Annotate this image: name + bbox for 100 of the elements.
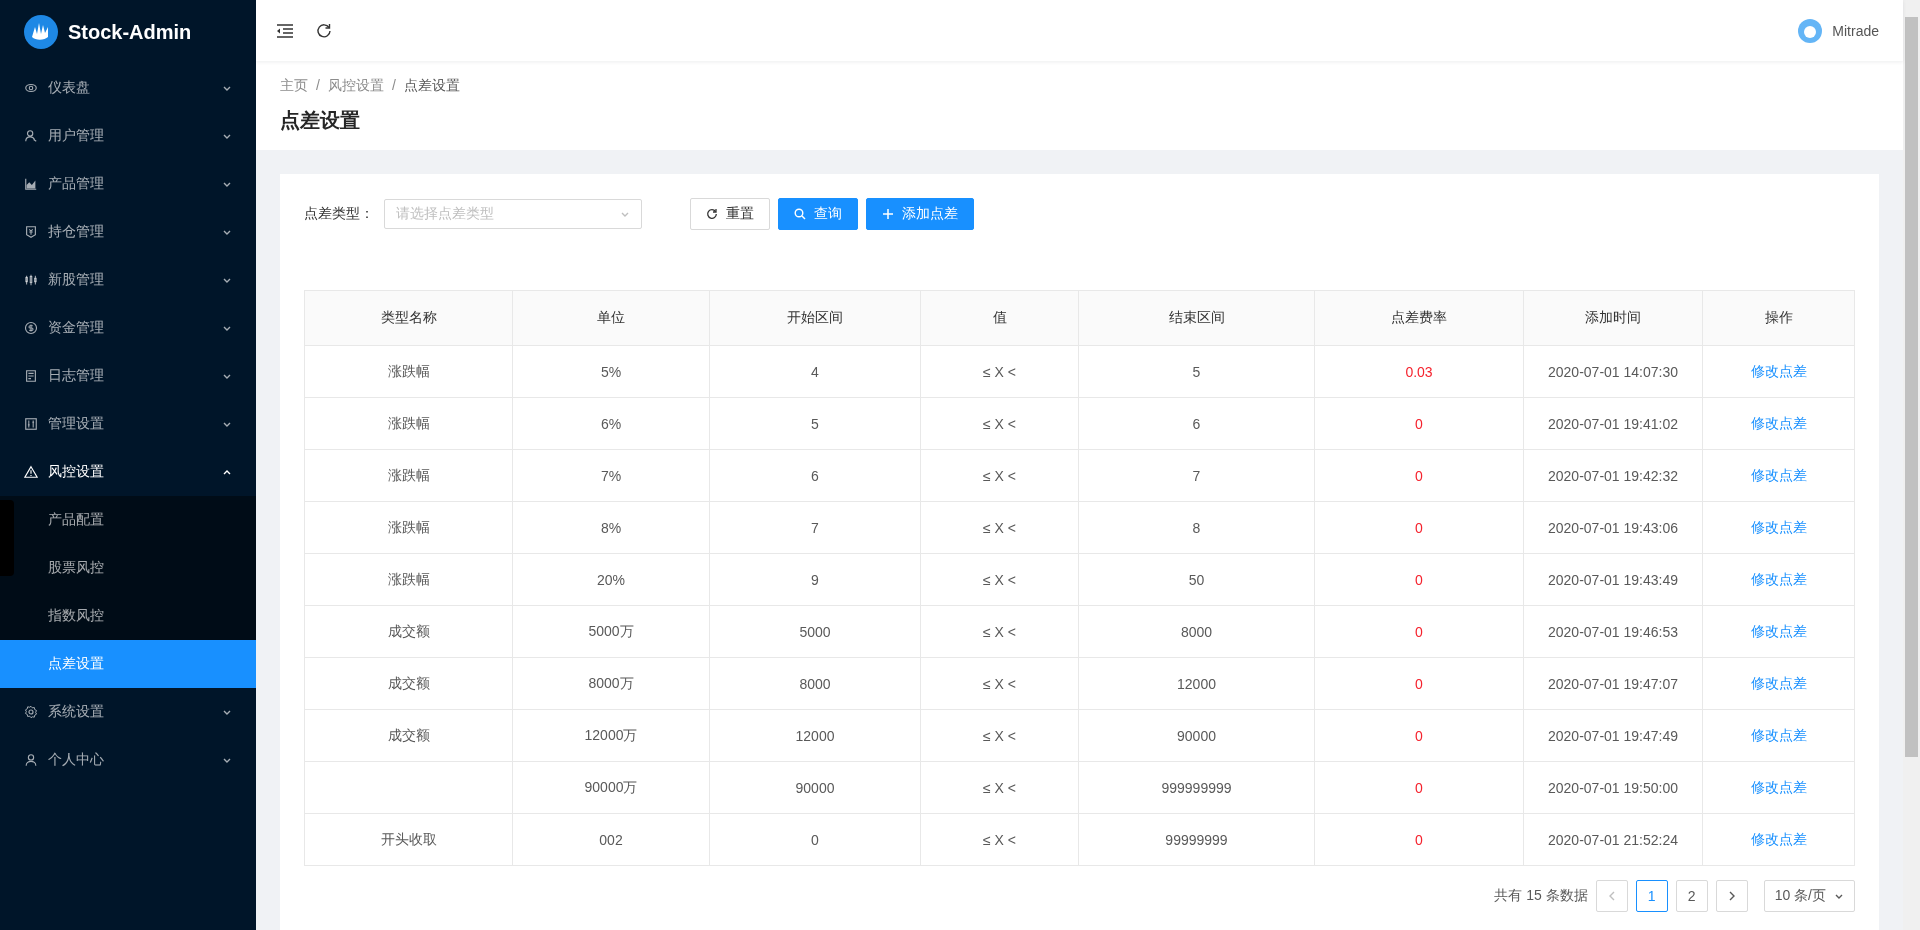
total-count: 共有 15 条数据 (1494, 887, 1588, 905)
submenu-item[interactable]: 指数风控 (0, 592, 256, 640)
table-cell: 5 (811, 415, 819, 432)
scrollbar-thumb[interactable] (1905, 17, 1918, 757)
breadcrumb-item[interactable]: 风控设置 (327, 77, 384, 95)
table-cell: 6 (811, 467, 819, 484)
table-cell: 2020-07-01 19:50:00 (1548, 779, 1678, 796)
table-cell: 0 (1415, 675, 1423, 692)
table-cell: 8 (1192, 519, 1201, 536)
menu-fold-icon[interactable] (276, 22, 294, 39)
table-cell: 90000万 (584, 778, 638, 795)
column-header: 值 (992, 309, 1007, 325)
table-cell: 0 (1415, 727, 1423, 744)
table-cell: 成交额 (387, 674, 430, 691)
table-cell: 50 (1188, 571, 1205, 588)
table-cell: ≤ X < (983, 623, 1016, 640)
column-header: 单位 (597, 309, 625, 325)
table-cell: 2020-07-01 21:52:24 (1548, 831, 1678, 848)
page-size-select[interactable]: 10 条/页 (1763, 880, 1855, 912)
sidebar-item[interactable]: 管理设置 (0, 400, 256, 448)
table-cell: 5000 (799, 623, 831, 640)
table-cell: 7 (811, 519, 819, 536)
sidebar-item[interactable]: 仪表盘 (0, 64, 256, 112)
area-chart-icon (24, 177, 38, 191)
chevron-left-icon (1607, 891, 1616, 901)
table-cell: 涨跌幅 (387, 466, 430, 483)
table-cell: 12000 (795, 727, 835, 744)
breadcrumb-item[interactable]: 主页 (280, 77, 308, 95)
sidebar-item[interactable]: 持仓管理 (0, 208, 256, 256)
column-header: 点差费率 (1391, 309, 1447, 325)
next-page-button[interactable] (1715, 880, 1748, 912)
sidebar-item[interactable]: 风控设置 (0, 448, 256, 496)
column-header: 结束区间 (1168, 309, 1225, 325)
table-cell: 0 (811, 831, 819, 848)
table-cell: 0 (1415, 519, 1423, 536)
sidebar-item[interactable]: 新股管理 (0, 256, 256, 304)
table-cell: 7 (1192, 467, 1201, 484)
sidebar-item[interactable]: 个人中心 (0, 736, 256, 784)
table-cell: 2020-07-01 19:47:07 (1548, 675, 1678, 692)
table-cell: ≤ X < (983, 727, 1016, 744)
table-cell: 0 (1415, 779, 1423, 796)
table-cell: 8000 (1180, 623, 1213, 640)
table-cell: 5000万 (588, 622, 634, 639)
previous-page-button[interactable] (1595, 880, 1628, 912)
table-cell: 99999999 (1165, 831, 1228, 848)
table-cell: 0 (1415, 571, 1423, 588)
reset-button[interactable]: 重置 (690, 198, 770, 230)
table-cell: 002 (599, 831, 623, 848)
sidebar-item[interactable]: 系统设置 (0, 688, 256, 736)
table-cell: 涨跌幅 (387, 570, 430, 587)
table-cell: 0 (1415, 831, 1423, 848)
table-cell: 2020-07-01 19:46:53 (1548, 623, 1678, 640)
table-cell: 6% (600, 415, 622, 432)
sidebar-item[interactable]: 资金管理 (0, 304, 256, 352)
table-cell: 2020-07-01 19:47:49 (1548, 727, 1678, 744)
user-name[interactable]: Mitrade (1832, 22, 1879, 39)
table-cell: 8000 (799, 675, 831, 692)
table-cell: 8% (600, 519, 622, 536)
table-cell: ≤ X < (983, 675, 1016, 692)
avatar-icon (1798, 18, 1823, 43)
table-cell: 12000万 (584, 726, 638, 743)
table-cell: 成交额 (387, 726, 430, 743)
settings-icon (24, 705, 38, 719)
table-cell: 涨跌幅 (387, 518, 430, 535)
sidebar-item[interactable]: 产品管理 (0, 160, 256, 208)
table-cell: ≤ X < (983, 467, 1016, 484)
column-header: 操作 (1764, 309, 1793, 325)
table-cell: 12000 (1177, 675, 1216, 692)
table-cell: 999999999 (1161, 779, 1232, 796)
document-icon (24, 369, 38, 383)
table-cell: 5 (1192, 363, 1201, 380)
table-cell: ≤ X < (983, 571, 1016, 588)
column-header: 类型名称 (380, 309, 437, 325)
table-cell: 涨跌幅 (387, 414, 430, 431)
table-cell: 涨跌幅 (387, 362, 430, 379)
refresh-icon[interactable] (316, 22, 332, 39)
breadcrumb-separator: / (391, 77, 396, 95)
app-logo-text: Stock-Admin (68, 20, 192, 44)
table-cell: 8000万 (588, 674, 634, 691)
table-cell: 0 (1415, 623, 1423, 640)
table-cell: 5% (600, 363, 622, 380)
table-cell: 9 (811, 571, 819, 588)
chevron-right-icon (1727, 891, 1736, 901)
table-cell: 4 (811, 363, 819, 380)
table-cell: 2020-07-01 19:43:49 (1548, 571, 1678, 588)
table-cell: 90000 (795, 779, 835, 796)
table-cell: 2020-07-01 19:41:02 (1548, 415, 1678, 432)
table-cell: ≤ X < (983, 779, 1016, 796)
shield-yen-icon (24, 225, 38, 239)
user-icon (24, 129, 38, 143)
page-title: 点差设置 (280, 108, 361, 133)
table-cell: 开头收取 (380, 830, 437, 847)
table-cell: ≤ X < (983, 831, 1016, 848)
page-button[interactable]: 2 (1675, 880, 1708, 912)
sidebar-item[interactable]: 用户管理 (0, 112, 256, 160)
sidebar-item[interactable]: 日志管理 (0, 352, 256, 400)
table-cell: ≤ X < (983, 519, 1016, 536)
dollar-circle-icon (24, 321, 38, 335)
table-cell: 成交额 (387, 622, 430, 639)
sliders-icon (24, 417, 38, 431)
